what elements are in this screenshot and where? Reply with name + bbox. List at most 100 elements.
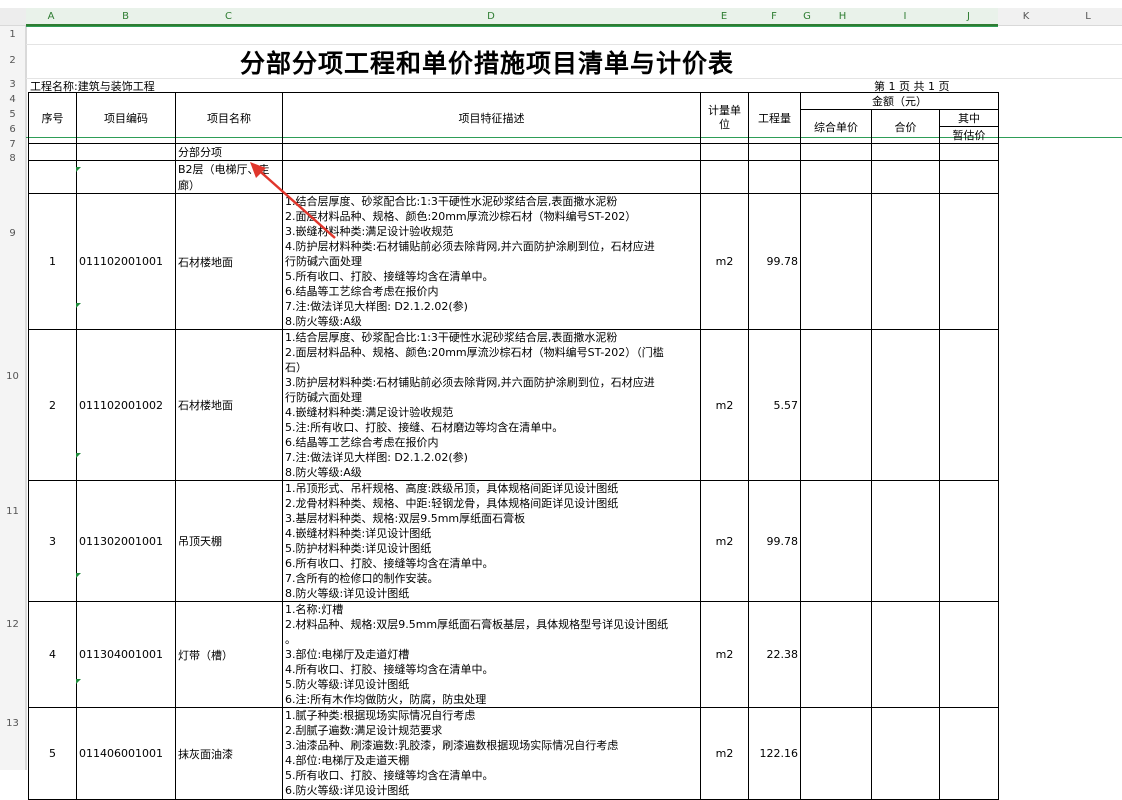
item-qty[interactable]: 99.78 xyxy=(748,193,801,330)
header-amount[interactable]: 金额（元） xyxy=(800,92,999,110)
item-unit[interactable]: m2 xyxy=(700,601,749,708)
select-all-corner[interactable] xyxy=(0,8,26,26)
row-header-10[interactable]: 10 xyxy=(0,302,26,452)
row-header-9[interactable]: 9 xyxy=(0,166,26,302)
sheet-title[interactable]: 分部分项工程和单价措施项目清单与计价表 xyxy=(240,44,734,80)
column-header-D[interactable]: D xyxy=(282,8,700,26)
item-seq[interactable]: 4 xyxy=(28,601,77,708)
annotation-arrow-icon xyxy=(250,162,336,239)
row-header-8[interactable]: 8 xyxy=(0,152,26,166)
cell-b8[interactable] xyxy=(76,160,176,194)
item-seq[interactable]: 1 xyxy=(28,193,77,330)
item-seq[interactable]: 2 xyxy=(28,329,77,481)
column-header-I[interactable]: I xyxy=(871,8,939,26)
cell-h8[interactable] xyxy=(800,160,872,194)
item-unit[interactable]: m2 xyxy=(700,193,749,330)
item-provisional[interactable] xyxy=(939,193,999,330)
item-unit[interactable]: m2 xyxy=(700,707,749,800)
item-unit-price[interactable] xyxy=(800,193,872,330)
row-header-6[interactable]: 6 xyxy=(0,122,26,138)
item-name[interactable]: 抹灰面油漆 xyxy=(175,707,283,800)
header-name[interactable]: 项目名称 xyxy=(175,92,283,144)
column-header-G[interactable]: G xyxy=(800,8,814,26)
row-header-2[interactable]: 2 xyxy=(0,44,26,78)
cell-j7[interactable] xyxy=(939,143,999,161)
header-provisional[interactable]: 暂估价 xyxy=(939,126,999,144)
item-qty[interactable]: 22.38 xyxy=(748,601,801,708)
column-header-F[interactable]: F xyxy=(748,8,800,26)
item-seq[interactable]: 5 xyxy=(28,707,77,800)
item-provisional[interactable] xyxy=(939,480,999,602)
cell-a7[interactable] xyxy=(28,143,77,161)
item-qty[interactable]: 5.57 xyxy=(748,329,801,481)
item-unit-price[interactable] xyxy=(800,601,872,708)
header-total[interactable]: 合价 xyxy=(871,109,940,144)
column-header-E[interactable]: E xyxy=(700,8,748,26)
column-header-C[interactable]: C xyxy=(175,8,282,26)
item-description[interactable]: 1.腻子种类:根据现场实际情况自行考虑 2.刮腻子遍数:满足设计规范要求 3.油… xyxy=(282,707,701,800)
header-unit[interactable]: 计量单位 xyxy=(700,92,749,144)
item-description[interactable]: 1.吊顶形式、吊杆规格、高度:跌级吊顶，具体规格间距详见设计图纸 2.龙骨材料种… xyxy=(282,480,701,602)
cell-b7[interactable] xyxy=(76,143,176,161)
cell-j8[interactable] xyxy=(939,160,999,194)
item-name[interactable]: 灯带（槽） xyxy=(175,601,283,708)
header-seq[interactable]: 序号 xyxy=(28,92,77,144)
cell-e8[interactable] xyxy=(700,160,749,194)
selection-top-border xyxy=(26,26,998,27)
row-header-7[interactable]: 7 xyxy=(0,138,26,152)
table-row: 4 011304001001 灯带（槽） 1.名称:灯槽 2.材料品种、规格:双… xyxy=(28,601,999,708)
item-unit-price[interactable] xyxy=(800,329,872,481)
item-unit[interactable]: m2 xyxy=(700,480,749,602)
column-header-H[interactable]: H xyxy=(814,8,871,26)
item-unit-price[interactable] xyxy=(800,707,872,800)
item-code[interactable]: 011302001001 xyxy=(76,480,176,602)
column-header-B[interactable]: B xyxy=(76,8,175,26)
item-total[interactable] xyxy=(871,480,940,602)
cell-a8[interactable] xyxy=(28,160,77,194)
column-header-J[interactable]: J xyxy=(939,8,998,26)
item-provisional[interactable] xyxy=(939,601,999,708)
cell-h7[interactable] xyxy=(800,143,872,161)
item-provisional[interactable] xyxy=(939,329,999,481)
header-of-which[interactable]: 其中 xyxy=(939,109,999,127)
cell-f8[interactable] xyxy=(748,160,801,194)
item-description[interactable]: 1.名称:灯槽 2.材料品种、规格:双层9.5mm厚纸面石膏板基层，具体规格型号… xyxy=(282,601,701,708)
column-header-K[interactable]: K xyxy=(998,8,1054,26)
row-header-5[interactable]: 5 xyxy=(0,108,26,122)
row-header-4[interactable]: 4 xyxy=(0,92,26,108)
row-header-11[interactable]: 11 xyxy=(0,452,26,572)
cell-f7[interactable] xyxy=(748,143,801,161)
desc-line: 6.注:所有木作均做防火，防腐，防虫处理 xyxy=(285,693,487,706)
header-desc[interactable]: 项目特征描述 xyxy=(282,92,701,144)
cell-i8[interactable] xyxy=(871,160,940,194)
item-name[interactable]: 吊顶天棚 xyxy=(175,480,283,602)
item-total[interactable] xyxy=(871,707,940,800)
column-header-L[interactable]: L xyxy=(1054,8,1122,26)
item-qty[interactable]: 122.16 xyxy=(748,707,801,800)
header-unit-price[interactable]: 综合单价 xyxy=(800,109,872,144)
item-unit-price[interactable] xyxy=(800,480,872,602)
item-seq[interactable]: 3 xyxy=(28,480,77,602)
item-code[interactable]: 011102001002 xyxy=(76,329,176,481)
row-header-1[interactable]: 1 xyxy=(0,26,26,44)
column-header-A[interactable]: A xyxy=(26,8,76,26)
item-qty[interactable]: 99.78 xyxy=(748,480,801,602)
item-total[interactable] xyxy=(871,601,940,708)
item-total[interactable] xyxy=(871,329,940,481)
row-header-3[interactable]: 3 xyxy=(0,78,26,92)
header-code[interactable]: 项目编码 xyxy=(76,92,176,144)
header-qty[interactable]: 工程量 xyxy=(748,92,801,144)
item-code[interactable]: 011304001001 xyxy=(76,601,176,708)
item-code[interactable]: 011406001001 xyxy=(76,707,176,800)
cell-i7[interactable] xyxy=(871,143,940,161)
item-total[interactable] xyxy=(871,193,940,330)
row-header-12[interactable]: 12 xyxy=(0,572,26,678)
row-header-13[interactable]: 13 xyxy=(0,678,26,770)
item-description[interactable]: 1.结合层厚度、砂浆配合比:1:3干硬性水泥砂浆结合层,表面撒水泥粉 2.面层材… xyxy=(282,329,701,481)
cell-e7[interactable] xyxy=(700,143,749,161)
item-name[interactable]: 石材楼地面 xyxy=(175,329,283,481)
desc-line: 1.腻子种类:根据现场实际情况自行考虑 xyxy=(285,709,476,722)
item-code[interactable]: 011102001001 xyxy=(76,193,176,330)
item-unit[interactable]: m2 xyxy=(700,329,749,481)
item-provisional[interactable] xyxy=(939,707,999,800)
